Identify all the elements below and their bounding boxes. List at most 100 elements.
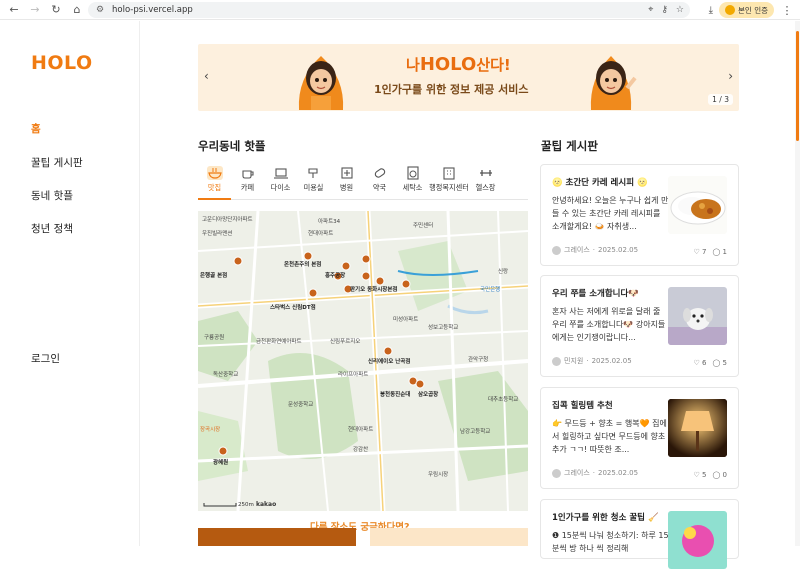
avatar: [552, 245, 561, 255]
address-bar[interactable]: ⚙ holo-psi.vercel.app ⌖ ⚷ ☆: [88, 2, 690, 18]
avatar: [552, 356, 561, 366]
browser-toolbar: ← → ↻ ⌂ ⚙ holo-psi.vercel.app ⌖ ⚷ ☆ ⤓ 본인…: [0, 0, 800, 20]
sidebar-item-tips-board[interactable]: 꿀팁 게시판: [31, 155, 83, 170]
reload-icon[interactable]: ↻: [48, 2, 64, 18]
comment-icon: ◯: [712, 471, 721, 479]
kakao-map[interactable]: 고운디아망단지아파트 아파트34 주민센터 우진빌라맨션 현대아파트 은행골 본…: [198, 211, 528, 511]
banner-prev-icon[interactable]: ‹: [204, 69, 209, 83]
sidebar-item-hotplace[interactable]: 동네 핫플: [31, 188, 73, 203]
forward-arrow-icon[interactable]: →: [27, 2, 43, 18]
location-icon[interactable]: ⌖: [648, 5, 653, 15]
dumbbell-icon: [479, 170, 492, 176]
meta-separator: ·: [592, 469, 595, 477]
post-meta: 민지원 · 2025.02.05: [552, 356, 632, 366]
tab-laundry[interactable]: 세탁소: [396, 164, 429, 199]
post-body: 안녕하세요! 오늘은 누구나 쉽게 만들 수 있는 초간단 카레 레시피를 소개…: [552, 196, 669, 231]
post-body: 👉 무드등 + 향초 = 행복🧡 집에서 힐링하고 싶다면 무드등에 향초 추가…: [552, 419, 667, 454]
bookmark-star-icon[interactable]: ☆: [676, 5, 684, 15]
banner-next-icon[interactable]: ›: [728, 69, 733, 83]
avatar: [552, 468, 561, 478]
svg-text:성보고등학교: 성보고등학교: [428, 323, 458, 331]
comment-stat[interactable]: ◯ 0: [712, 471, 727, 479]
tab-label: 세탁소: [402, 183, 423, 192]
svg-text:구룡공원: 구룡공원: [204, 333, 224, 341]
washer-icon: [406, 166, 419, 180]
svg-text:우진빌라맨션: 우진빌라맨션: [202, 229, 232, 237]
svg-text:강감찬: 강감찬: [353, 445, 368, 453]
tab-hospital[interactable]: 병원: [330, 164, 363, 199]
like-count: 7: [701, 248, 707, 256]
svg-text:홍주공장: 홍주공장: [325, 271, 345, 279]
svg-text:판기오 동화시장본점: 판기오 동화시장본점: [350, 285, 397, 293]
like-stat[interactable]: ♡ 6: [693, 359, 706, 367]
back-arrow-icon[interactable]: ←: [6, 2, 22, 18]
post-card[interactable]: 집콕 힐링템 추천 👉 무드등 + 향초 = 행복🧡 집에서 힐링하고 싶다면 …: [540, 387, 739, 489]
svg-text:장곡시장: 장곡시장: [200, 426, 220, 433]
pill-icon: [374, 168, 385, 178]
post-title: 집콕 힐링템 추천: [552, 401, 613, 411]
login-link[interactable]: 로그인: [31, 351, 60, 366]
tab-community-center[interactable]: 행정복지센터: [429, 164, 469, 199]
dog-thumbnail: [668, 287, 727, 345]
tab-gym[interactable]: 헬스장: [469, 164, 502, 199]
tab-pharmacy[interactable]: 약국: [363, 164, 396, 199]
svg-text:대추초등학교: 대추초등학교: [488, 395, 518, 403]
svg-text:봉천동진순대: 봉천동진순대: [380, 390, 410, 398]
post-card[interactable]: 🌝 초간단 카레 레시피 🌝 안녕하세요! 오늘은 누구나 쉽게 만들 수 있는…: [540, 164, 739, 266]
svg-text:삼오곱창: 삼오곱창: [418, 390, 438, 398]
svg-text:신랑: 신랑: [498, 267, 508, 275]
tab-label: 병원: [339, 183, 354, 192]
girl-character-right: [590, 56, 637, 110]
tab-restaurant[interactable]: 맛집: [198, 164, 231, 200]
key-icon[interactable]: ⚷: [661, 5, 668, 15]
post-card[interactable]: 1인가구를 위한 청소 꿀팁 🧹 ❶ 15분씩 나눠 청소하기: 하루 15분씩…: [540, 499, 739, 569]
hotplace-card-1[interactable]: [198, 528, 356, 546]
svg-text:라이프아파트: 라이프아파트: [338, 370, 368, 378]
like-stat[interactable]: ♡ 7: [693, 248, 706, 256]
post-author: 그레이스: [564, 469, 590, 477]
banner-title-brand: HOLO: [419, 54, 477, 75]
tab-label: 헬스장: [475, 183, 496, 192]
site-info-icon[interactable]: ⚙: [94, 4, 106, 16]
laptop-icon: [273, 168, 288, 179]
sidebar-item-home[interactable]: 홈: [31, 121, 41, 136]
hotplace-card-2[interactable]: [370, 528, 528, 546]
tab-cafe[interactable]: 카페: [231, 164, 264, 199]
verify-identity-button[interactable]: 본인 인증: [719, 2, 774, 18]
tab-label: 맛집: [207, 183, 222, 192]
sidebar-item-youth-policy[interactable]: 청년 정책: [31, 221, 73, 236]
comment-stat[interactable]: ◯ 5: [712, 359, 727, 367]
comment-stat[interactable]: ◯ 1: [712, 248, 727, 256]
post-card[interactable]: 우리 쭈를 소개합니다🐶 혼자 사는 저에게 위로을 달래 줄 우리 쭈를 소개…: [540, 275, 739, 377]
coffee-icon: [241, 170, 254, 179]
meta-separator: ·: [586, 357, 589, 365]
holo-logo[interactable]: HOLO: [31, 52, 93, 74]
svg-text:우림시장: 우림시장: [428, 470, 448, 478]
post-meta: 그레이스 · 2025.02.05: [552, 245, 638, 255]
scrollbar-thumb[interactable]: [796, 31, 799, 141]
like-stat[interactable]: ♡ 5: [693, 471, 706, 479]
map-canvas[interactable]: 고운디아망단지아파트 아파트34 주민센터 우진빌라맨션 현대아파트 은행골 본…: [198, 211, 528, 511]
browser-menu-icon[interactable]: ⋮: [780, 4, 794, 17]
hero-banner[interactable]: ‹ › 나HOLO산다! 1인가구를 위한 정보 제공 서비스 1 / 3: [198, 44, 739, 111]
download-icon[interactable]: ⤓: [709, 5, 713, 16]
tab-label: 약국: [372, 183, 387, 192]
tab-label: 다이소: [270, 183, 291, 192]
tab-label: 카페: [240, 183, 255, 192]
tab-label: 미용실: [303, 183, 324, 192]
cleaning-thumbnail: [668, 511, 727, 569]
tab-daiso[interactable]: 다이소: [264, 164, 297, 199]
svg-text:금천판화연예아파트: 금천판화연예아파트: [256, 337, 302, 345]
post-title: 우리 쭈를 소개합니다🐶: [552, 289, 639, 299]
url-text: holo-psi.vercel.app: [112, 5, 193, 15]
svg-text:미성아파트: 미성아파트: [393, 315, 418, 323]
svg-text:광혜원: 광혜원: [213, 458, 228, 466]
page-scrollbar[interactable]: [795, 21, 800, 546]
comment-count: 0: [722, 471, 727, 479]
tab-hair-salon[interactable]: 미용실: [297, 164, 330, 199]
banner-title: 나HOLO산다!: [406, 54, 511, 75]
post-meta: 그레이스 · 2025.02.05: [552, 468, 638, 478]
heart-icon: ♡: [693, 471, 700, 479]
home-icon[interactable]: ⌂: [69, 2, 85, 18]
building-icon: [443, 167, 455, 180]
